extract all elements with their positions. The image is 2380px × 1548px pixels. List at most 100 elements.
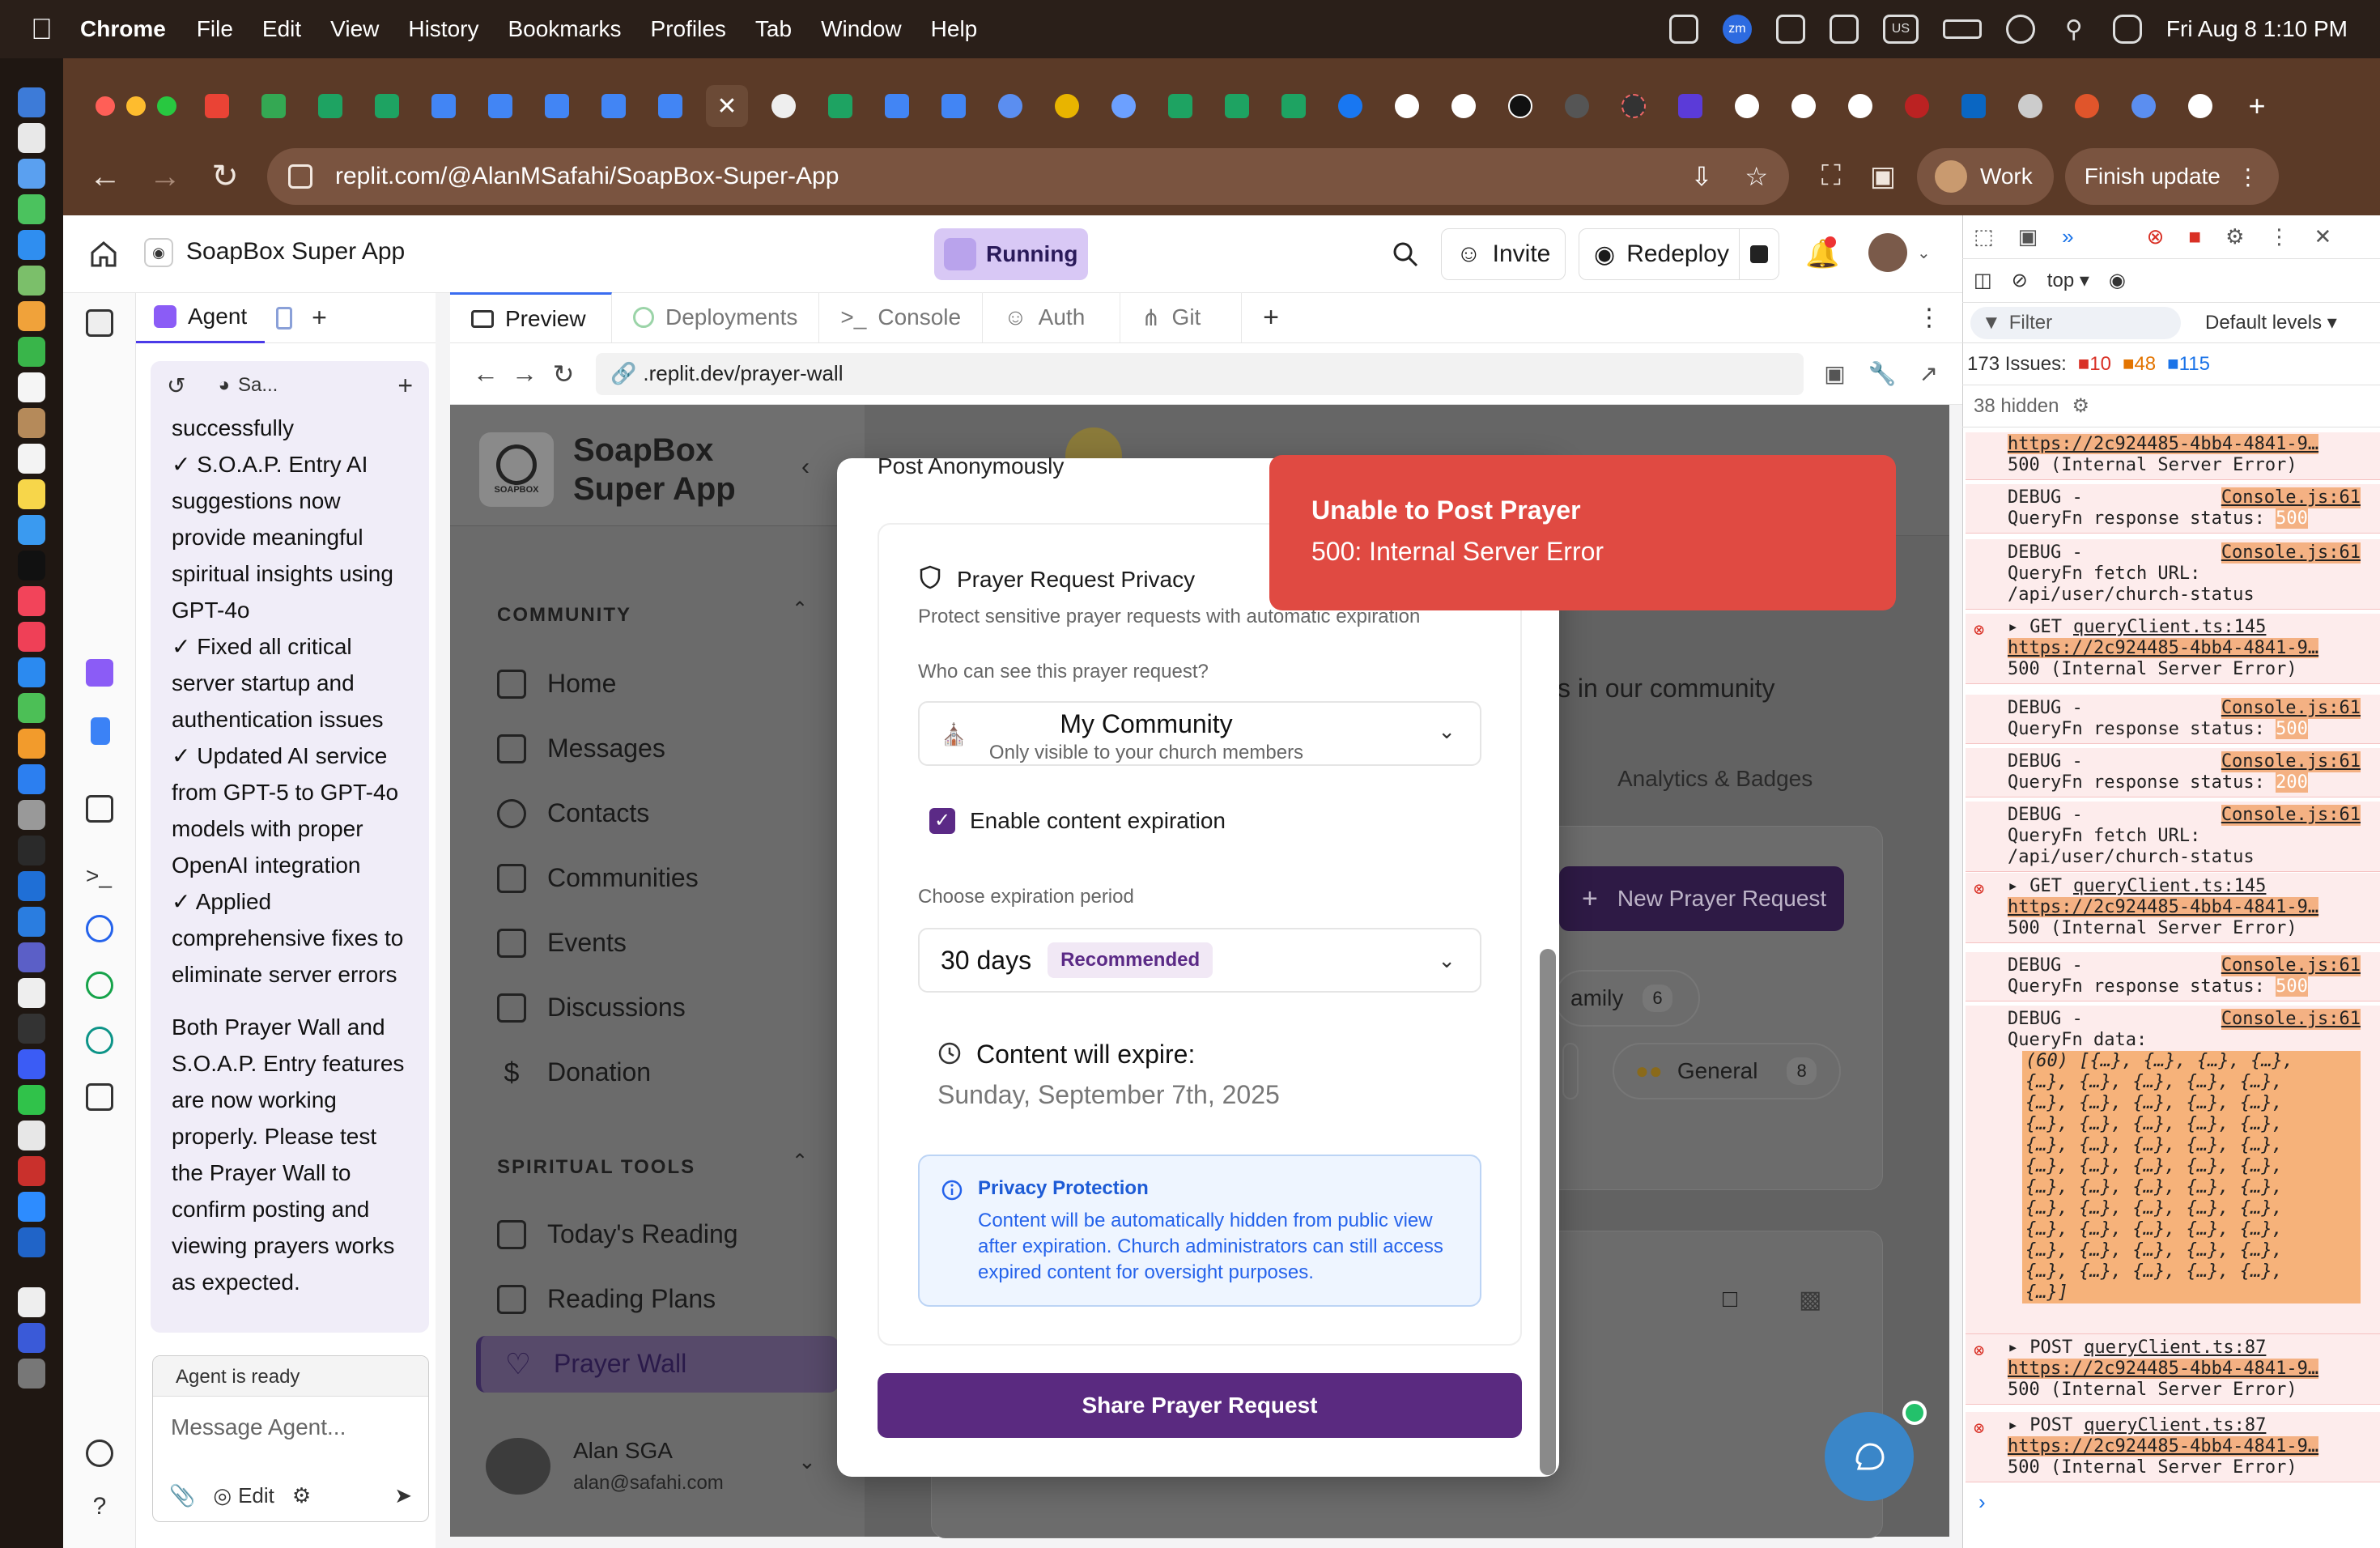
address-text[interactable]: replit.com/@AlanMSafahi/SoapBox-Super-Ap… <box>335 163 839 190</box>
errors-badge-icon[interactable]: ⊗ <box>2147 224 2165 249</box>
menu-window[interactable]: Window <box>821 16 902 42</box>
menu-profiles[interactable]: Profiles <box>651 16 726 42</box>
devices-icon[interactable]: ▣ <box>1824 360 1845 387</box>
tab-sheets-5[interactable] <box>1216 85 1258 127</box>
user-menu-chevron-icon[interactable]: ⌄ <box>798 1449 816 1474</box>
messages-icon[interactable] <box>18 194 45 224</box>
install-icon[interactable]: ⇩ <box>1691 161 1713 192</box>
secrets-rail-icon[interactable] <box>86 972 113 999</box>
calendar-icon[interactable] <box>18 372 45 402</box>
tab-docs-4[interactable] <box>593 85 635 127</box>
log-12-source[interactable]: queryClient.ts:87 <box>2084 1415 2266 1436</box>
control-center-icon[interactable] <box>2112 15 2142 44</box>
input-source-icon[interactable]: US <box>1882 15 1919 44</box>
console-log-2[interactable]: DEBUG - Console.js:61 QueryFn response st… <box>1966 484 2380 534</box>
bg-analytics-tab[interactable]: Analytics & Badges <box>1617 766 1813 792</box>
settings-sliders-icon[interactable]: ⚙ <box>292 1483 311 1508</box>
tab-git[interactable]: ⋔ Git <box>1120 292 1243 342</box>
tab-site-4[interactable] <box>1613 85 1655 127</box>
console-log-4[interactable]: ⊗ ▸ GET queryClient.ts:145 https://2c92448… <box>1966 614 2380 684</box>
help-icon[interactable]: ? <box>86 1493 113 1520</box>
warnings-badge-icon[interactable]: ■ <box>2188 224 2201 249</box>
menubar-clock[interactable]: Fri Aug 8 1:10 PM <box>2166 16 2348 42</box>
contacts-icon[interactable] <box>18 408 45 438</box>
files-icon[interactable] <box>86 309 113 337</box>
tab-docs-6[interactable] <box>876 85 918 127</box>
signal-icon[interactable] <box>18 1049 45 1079</box>
devtools-more-icon[interactable]: ⋮ <box>2268 224 2289 249</box>
log-4-source[interactable]: queryClient.ts:145 <box>2073 617 2266 638</box>
cloud-status-icon[interactable] <box>1829 15 1859 44</box>
clear-console-icon[interactable]: ⊘ <box>2012 269 2028 292</box>
tab-google-1[interactable] <box>1443 85 1485 127</box>
preview-rail-icon[interactable] <box>86 795 113 823</box>
tab-docs-1[interactable] <box>423 85 465 127</box>
issues-bar[interactable]: 173 Issues: ■10 ■48 ■115 <box>1962 343 2380 385</box>
chat-fab[interactable] <box>1825 1412 1914 1501</box>
log-10-source[interactable]: Console.js:61 <box>2221 1009 2361 1030</box>
context-selector[interactable]: top ▾ <box>2047 269 2089 292</box>
tab-docs-2[interactable] <box>479 85 521 127</box>
preview-url-text[interactable]: .replit.dev/prayer-wall <box>643 361 843 386</box>
zoom-window-button[interactable] <box>157 96 176 116</box>
tab-docs-5[interactable] <box>649 85 691 127</box>
edit-button[interactable]: ◎ Edit <box>213 1483 274 1508</box>
tab-site-5[interactable] <box>1669 85 1711 127</box>
database-rail-icon[interactable] <box>86 915 113 942</box>
log-3-source[interactable]: Console.js:61 <box>2221 542 2361 563</box>
console-rail-icon[interactable]: >_ <box>86 863 113 891</box>
tab-gmail[interactable] <box>196 85 238 127</box>
more-panels-icon[interactable]: » <box>2062 224 2073 249</box>
log-1-url[interactable]: https://2c924485-4bb4-4841-9… <box>2008 434 2319 454</box>
new-tab-button[interactable]: + <box>2236 85 2278 127</box>
mail-icon[interactable] <box>18 230 45 260</box>
tools-chevron-icon[interactable]: ⌃ <box>792 1150 808 1173</box>
menu-bookmarks[interactable]: Bookmarks <box>508 16 621 42</box>
menu-file[interactable]: File <box>197 16 233 42</box>
tab-sheets-1[interactable] <box>309 85 351 127</box>
tab-site-9[interactable] <box>2123 85 2165 127</box>
zoom-dock-icon[interactable] <box>18 1192 45 1222</box>
user-avatar[interactable] <box>1868 233 1907 272</box>
console-log-3[interactable]: DEBUG - Console.js:61 QueryFn fetch URL: … <box>1966 539 2380 610</box>
tab-site-2[interactable] <box>1046 85 1088 127</box>
avatar-chevron-down-icon[interactable]: ⌄ <box>1917 243 1931 263</box>
tab-agent[interactable]: Agent <box>136 293 266 343</box>
tab-google-2[interactable] <box>1726 85 1768 127</box>
reload-icon[interactable]: ↻ <box>207 158 243 195</box>
bg-chip-general[interactable]: ●● General 8 <box>1613 1043 1841 1099</box>
log-5-source[interactable]: Console.js:61 <box>2221 698 2361 719</box>
tab-github[interactable] <box>1386 85 1428 127</box>
photos-icon[interactable] <box>18 301 45 331</box>
console-settings-icon[interactable]: ⚙ <box>2072 394 2089 418</box>
close-window-button[interactable] <box>96 96 115 116</box>
music-icon[interactable] <box>18 586 45 616</box>
safari-icon[interactable] <box>18 159 45 189</box>
visibility-select[interactable]: ⛪ My Community Only visible to your chur… <box>918 701 1481 766</box>
menu-help[interactable]: Help <box>931 16 978 42</box>
tab-site-3[interactable] <box>1556 85 1598 127</box>
reading-mode-icon[interactable]: ▣ <box>1870 160 1896 193</box>
tv-icon[interactable] <box>18 551 45 580</box>
post-anonymously-label[interactable]: Post Anonymously <box>878 453 1064 479</box>
outlook-icon[interactable] <box>18 907 45 937</box>
whatsapp-icon[interactable] <box>18 1085 45 1115</box>
log-4-url[interactable]: https://2c924485-4bb4-4841-9… <box>2008 638 2319 658</box>
tab-site-6[interactable] <box>1896 85 1938 127</box>
tab-auth[interactable]: ☺ Auth <box>983 292 1121 342</box>
new-prayer-request-button[interactable]: + New Prayer Request <box>1559 866 1844 931</box>
all-tools-icon[interactable] <box>86 1083 113 1111</box>
devtools-wrench-icon[interactable]: 🔧 <box>1868 360 1897 387</box>
nav-prayer-wall[interactable]: ♡ Prayer Wall <box>504 1349 686 1379</box>
preview-reload-icon[interactable]: ↻ <box>546 359 581 389</box>
tab-facebook[interactable] <box>1329 85 1371 127</box>
expiration-period-select[interactable]: 30 days Recommended ⌄ <box>918 928 1481 993</box>
sidebar-toggle-icon[interactable]: ◫ <box>1974 269 1992 292</box>
more-vert-icon[interactable]: ⋮ <box>2237 164 2259 190</box>
open-external-icon[interactable]: ↗ <box>1919 360 1938 387</box>
menu-history[interactable]: History <box>408 16 478 42</box>
console-filter-input[interactable]: ▼ Filter <box>1970 306 2181 339</box>
settings-icon[interactable] <box>18 800 45 830</box>
menu-tab[interactable]: Tab <box>755 16 792 42</box>
nav-donation[interactable]: $ Donation <box>497 1057 652 1087</box>
